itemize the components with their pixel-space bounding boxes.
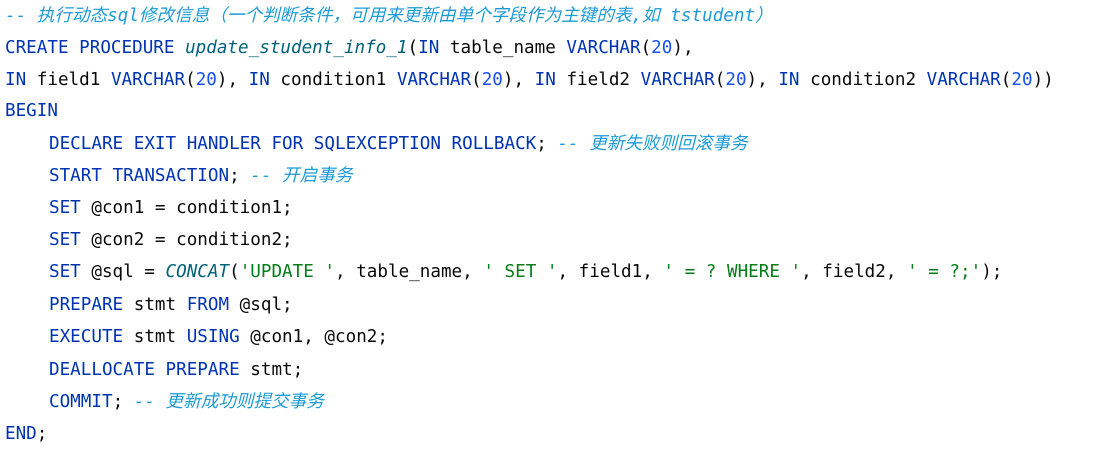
code-token-identifier: ), xyxy=(746,70,779,90)
code-token-number-literal: 20 xyxy=(195,70,217,90)
code-token-keyword: SET xyxy=(49,262,81,282)
code-token-keyword: SET xyxy=(49,230,81,250)
code-token-keyword: VARCHAR xyxy=(110,70,186,90)
code-line: DEALLOCATE PREPARE stmt; xyxy=(49,354,303,386)
code-token-identifier: , table_name, xyxy=(335,262,484,282)
code-token-identifier: @con1, @con2; xyxy=(239,327,388,347)
code-token-keyword: VARCHAR xyxy=(396,70,472,90)
code-token-comment: -- 执行动态sql修改信息（一个判断条件，可用来更新由单个字段作为主键的表,如… xyxy=(5,6,773,26)
code-token-keyword: IN xyxy=(418,38,440,58)
code-token-identifier: table_name xyxy=(439,38,567,58)
code-token-keyword: DECLARE EXIT HANDLER FOR SQLEXCEPTION RO… xyxy=(49,134,537,154)
code-line: CREATE PROCEDURE update_student_info_1(I… xyxy=(5,32,694,64)
code-token-string-literal: 'UPDATE ' xyxy=(239,262,336,282)
code-line: DECLARE EXIT HANDLER FOR SQLEXCEPTION RO… xyxy=(49,128,748,160)
code-token-string-literal: ' SET ' xyxy=(483,262,558,282)
code-editor[interactable]: -- 执行动态sql修改信息（一个判断条件，可用来更新由单个字段作为主键的表,如… xyxy=(0,0,1107,453)
code-token-identifier: ; xyxy=(36,424,48,444)
code-token-keyword: VARCHAR xyxy=(926,70,1001,90)
code-token-keyword: DEALLOCATE PREPARE xyxy=(49,360,240,380)
code-token-identifier: @con1 = condition1; xyxy=(80,198,293,218)
code-token-identifier: ; xyxy=(112,392,134,412)
code-token-identifier: , field2, xyxy=(801,262,908,282)
code-token-keyword: PREPARE xyxy=(49,295,124,315)
code-token-comment: -- 更新成功则提交事务 xyxy=(133,392,324,412)
code-token-identifier: condition2 xyxy=(799,70,927,90)
code-line: SET @con1 = condition1; xyxy=(49,192,293,224)
code-token-identifier: @sql; xyxy=(229,295,293,315)
code-token-identifier: ), xyxy=(672,38,694,58)
code-token-identifier: field2 xyxy=(555,70,641,90)
code-token-keyword: IN xyxy=(248,70,270,90)
code-token-keyword: IN xyxy=(5,70,27,90)
code-token-identifier: ( xyxy=(185,70,196,90)
code-line: PREPARE stmt FROM @sql; xyxy=(49,289,293,321)
code-token-keyword: COMMIT xyxy=(49,392,113,412)
code-token-function-name: CONCAT xyxy=(165,262,230,282)
code-token-number-literal: 20 xyxy=(1011,70,1033,90)
code-token-identifier: ), xyxy=(216,70,249,90)
code-token-identifier: ( xyxy=(1000,70,1012,90)
code-line: SET @sql = CONCAT('UPDATE ', table_name,… xyxy=(49,256,1002,288)
code-token-identifier: stmt; xyxy=(239,360,304,380)
code-token-keyword: CREATE PROCEDURE xyxy=(5,38,186,58)
code-token-identifier: ( xyxy=(407,38,419,58)
code-token-number-literal: 20 xyxy=(651,38,673,58)
code-token-keyword: START TRANSACTION xyxy=(49,166,230,186)
code-token-comment: -- 更新失败则回滚事务 xyxy=(557,134,748,154)
code-token-comment: -- 开启事务 xyxy=(250,166,353,186)
code-token-identifier: ( xyxy=(471,70,482,90)
code-token-string-literal: ' = ? WHERE ' xyxy=(663,262,802,282)
code-line: BEGIN xyxy=(5,95,58,127)
code-token-number-literal: 20 xyxy=(481,70,503,90)
code-token-identifier: stmt xyxy=(123,327,187,347)
code-token-string-literal: ' = ?;' xyxy=(907,262,982,282)
code-token-keyword: IN xyxy=(778,70,800,90)
code-line: IN field1 VARCHAR(20), IN condition1 VAR… xyxy=(5,64,1054,96)
code-line: START TRANSACTION; -- 开启事务 xyxy=(49,160,352,192)
code-token-identifier: field1 xyxy=(26,70,111,90)
code-token-identifier: )) xyxy=(1032,70,1054,90)
code-token-identifier: @sql = xyxy=(80,262,166,282)
code-token-identifier: ( xyxy=(714,70,726,90)
code-token-identifier: , field1, xyxy=(557,262,664,282)
code-token-keyword: FROM xyxy=(186,295,230,315)
code-token-identifier: stmt xyxy=(123,295,187,315)
code-token-keyword: SET xyxy=(49,198,81,218)
code-token-keyword: BEGIN xyxy=(5,101,58,121)
code-line: END; xyxy=(5,418,47,450)
code-token-function-name: update_student_info_1 xyxy=(185,38,408,58)
code-token-keyword: USING xyxy=(186,327,240,347)
code-token-identifier: @con2 = condition2; xyxy=(80,230,293,250)
code-line: SET @con2 = condition2; xyxy=(49,224,293,256)
code-token-identifier: ); xyxy=(981,262,1003,282)
code-token-keyword: VARCHAR xyxy=(566,38,641,58)
code-token-identifier: condition1 xyxy=(269,70,397,90)
code-token-identifier: ; xyxy=(229,166,251,186)
code-token-keyword: EXECUTE xyxy=(49,327,124,347)
code-token-number-literal: 20 xyxy=(725,70,747,90)
code-token-identifier: ( xyxy=(229,262,240,282)
code-token-identifier: ), xyxy=(502,70,535,90)
code-line: COMMIT; -- 更新成功则提交事务 xyxy=(49,386,324,418)
code-token-keyword: VARCHAR xyxy=(640,70,715,90)
code-line: EXECUTE stmt USING @con1, @con2; xyxy=(49,321,388,353)
code-token-keyword: END xyxy=(5,424,37,444)
code-line: -- 执行动态sql修改信息（一个判断条件，可用来更新由单个字段作为主键的表,如… xyxy=(5,0,773,32)
code-token-identifier: ; xyxy=(536,134,558,154)
code-token-keyword: IN xyxy=(534,70,556,90)
code-token-identifier: ( xyxy=(640,38,652,58)
